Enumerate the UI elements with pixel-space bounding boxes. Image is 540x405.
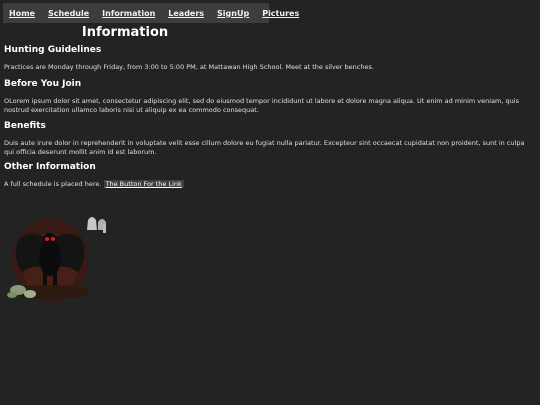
- section-text-before-join: OLorem ipsum dolor sit amet, consectetur…: [4, 97, 519, 114]
- nav-link-information[interactable]: Information: [102, 9, 155, 18]
- main-navbar: Home Schedule Information Leaders SignUp…: [3, 3, 299, 23]
- section-heading-benefits: Benefits: [4, 121, 46, 131]
- nav-link-leaders[interactable]: Leaders: [168, 9, 204, 18]
- nav-link-pictures[interactable]: Pictures: [262, 9, 299, 18]
- nav-link-home[interactable]: Home: [9, 9, 35, 18]
- section-text-other: A full schedule is placed here. The Butt…: [4, 180, 532, 189]
- schedule-link-button[interactable]: The Button For the Link: [103, 180, 184, 188]
- section-heading-guidelines: Hunting Guidelines: [4, 45, 102, 55]
- section-text-benefits: Duis aute irure dolor in reprehenderit i…: [4, 139, 525, 156]
- section-heading-before-join: Before You Join: [4, 79, 82, 89]
- section-text-guidelines: Practices are Monday through Friday, fro…: [4, 63, 374, 71]
- page-title: Information: [81, 25, 169, 40]
- section-heading-other: Other Information: [4, 162, 96, 172]
- nav-link-schedule[interactable]: Schedule: [48, 9, 89, 18]
- other-info-text: A full schedule is placed here.: [4, 180, 102, 188]
- nav-link-signup[interactable]: SignUp: [217, 9, 249, 18]
- mothman-mascot-image: [7, 217, 106, 302]
